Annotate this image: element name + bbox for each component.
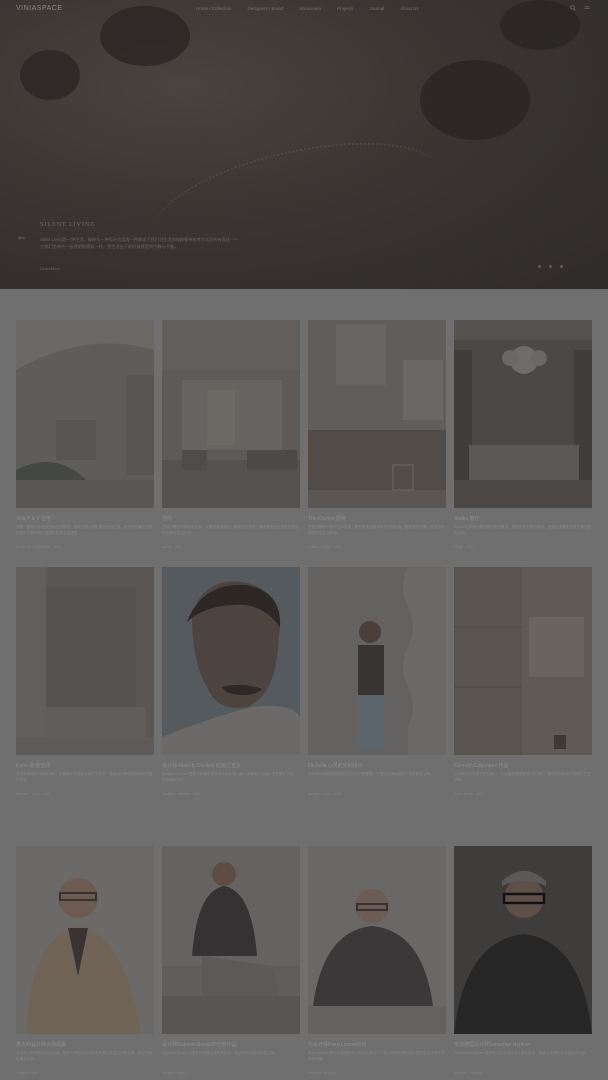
project-image[interactable] <box>454 320 592 508</box>
project-meta: Kitchen · Design · 2023 <box>308 545 342 549</box>
nav-links: Home / Collection Designers / Brand Show… <box>196 6 419 11</box>
project-meta: Designer · Interview · 2023 <box>162 792 201 796</box>
project-title[interactable]: 住所 <box>162 515 300 522</box>
nav-link[interactable]: Projects <box>337 6 353 11</box>
designer-meta: Designer · Italy <box>16 1071 38 1075</box>
project-meta: Designer · Story · 2023 <box>308 792 341 796</box>
project-description: 空间采用原木与纸质材料，以极简手法重新诠释日式美学，营造出宁静而富有禅意的居住体… <box>16 772 153 782</box>
project-description: 这是一座面向大自然的独立式居所，空间之间以弧形墙面自然过渡，赋予居住者与自然相连… <box>16 525 153 535</box>
nav-link[interactable]: About Us <box>400 6 419 11</box>
project-title[interactable]: Michelle 心灵的空间设计 <box>308 762 446 769</box>
project-title[interactable]: 设计师 Rodolfo Dordoni 的独立宣言 <box>162 762 300 769</box>
project-image[interactable] <box>308 320 446 508</box>
designer-description: Gabriele Buratti 以建筑师视角诠释家具设计，作品简约而富有结构之… <box>162 1051 278 1055</box>
designer-portrait[interactable] <box>16 846 154 1034</box>
project-title[interactable]: Villa P & V 住宅 <box>16 515 154 522</box>
project-meta: Studio · 2023 <box>454 545 473 549</box>
project-description: 设计师以其敏锐的感知力与对材质的理解，打造出充满温度与个性的居住空间。 <box>308 772 434 776</box>
hero-read-more-link[interactable]: Read More <box>40 266 60 271</box>
project-image[interactable] <box>16 320 154 508</box>
designer-meta: Designer · Milan <box>162 1071 186 1075</box>
hero-banner: VINIASPACE Home / Collection Designers /… <box>0 0 608 289</box>
search-icon[interactable] <box>570 5 576 11</box>
project-description: 以天然材料与手工艺为核心，作品兼具雕塑美感与实用性，展现独特的设计视角与工艺精神… <box>454 772 591 782</box>
hero-shrub <box>420 60 530 140</box>
project-image[interactable] <box>16 567 154 755</box>
designer-title[interactable]: 设计师Gabriele Buratti的全新作品 <box>162 1041 300 1048</box>
nav-link[interactable]: Journal <box>369 6 384 11</box>
designer-portrait[interactable] <box>308 846 446 1034</box>
hero-pagination <box>538 265 563 268</box>
designer-portrait[interactable] <box>454 846 592 1034</box>
project-image[interactable] <box>308 567 446 755</box>
nav-link[interactable]: Home / Collection <box>196 6 232 11</box>
designer-meta: Designer · Germany <box>454 1071 483 1075</box>
pagination-dot[interactable] <box>560 265 563 268</box>
project-image[interactable] <box>162 567 300 755</box>
project-meta: Craft · Design · 2022 <box>454 792 484 796</box>
project-title[interactable]: Studio 客厅 <box>454 515 592 522</box>
project-image[interactable] <box>162 320 300 508</box>
hero-path <box>141 120 459 289</box>
project-meta: Bedroom · Japan · 2022 <box>16 792 51 796</box>
pagination-dot[interactable] <box>538 265 541 268</box>
project-meta: Interior · 2023 <box>162 545 182 549</box>
hero-description: Silent Living是一种生活、精神与一种设计态度的一种静谧于我们对生活的… <box>40 237 239 249</box>
designer-title[interactable]: 意大利设计师大师风采 <box>16 1041 154 1048</box>
designer-description: 来自意大利的资深设计大师，用半个世纪的时间探索家具与生活之间的关系，作品风格经典… <box>16 1051 153 1061</box>
designer-description: Piero Lissoni 是当代最具影响力的设计师之一，他以克制优雅的设计理念… <box>308 1051 445 1061</box>
designer-description: Sebastian Herkner 将传统工艺与当代设计语言结合，创造出充满色彩… <box>454 1051 589 1055</box>
project-description: Rodolfo Dordoni 是意大利著名建筑师与设计师，他以优雅简约的设计语… <box>162 772 297 782</box>
prev-arrow-icon[interactable] <box>18 235 26 241</box>
site-logo[interactable]: VINIASPACE <box>16 5 63 12</box>
designer-portrait[interactable] <box>162 846 300 1034</box>
project-image[interactable] <box>454 567 592 755</box>
project-description: Studio 以柔和的雕塑感灯具为焦点，搭配木质书柜与装饰，营造出温暖而富有艺术… <box>454 525 591 535</box>
hero-title: SILENT LIVING <box>40 222 96 228</box>
menu-icon[interactable] <box>584 5 590 11</box>
nav-link[interactable]: Designers / Brand <box>248 6 284 11</box>
pagination-dot[interactable] <box>549 265 552 268</box>
project-description: 空间以暖白与木色为主调，大面积落地窗引入柔和自然光线，营造静谧舒适的居住氛围与优… <box>162 525 299 535</box>
designer-meta: Designer · Interview <box>308 1071 337 1075</box>
project-meta: Residence · Architecture · 2023 <box>16 545 61 549</box>
nav-icons <box>570 5 590 11</box>
hero-shrub <box>20 50 80 100</box>
top-navigation: VINIASPACE Home / Collection Designers /… <box>0 0 608 18</box>
designer-title[interactable]: 专访德国设计师Sebastian Herkner <box>454 1041 592 1048</box>
nav-link[interactable]: Showroom <box>300 6 322 11</box>
project-title[interactable]: Kenneth Cobonpue 作品 <box>454 762 592 769</box>
project-title[interactable]: Kyoto 卧室空间 <box>16 762 154 769</box>
designer-title[interactable]: 与设计师Piero Lissoni对话 <box>308 1041 446 1048</box>
project-description: 开放式厨房与餐厅空间连接，橱柜采用温润木材与石材台面，搭配简约灯具，呈现质朴而精… <box>308 525 445 535</box>
project-title[interactable]: The Kitchen 厨房 <box>308 515 446 522</box>
